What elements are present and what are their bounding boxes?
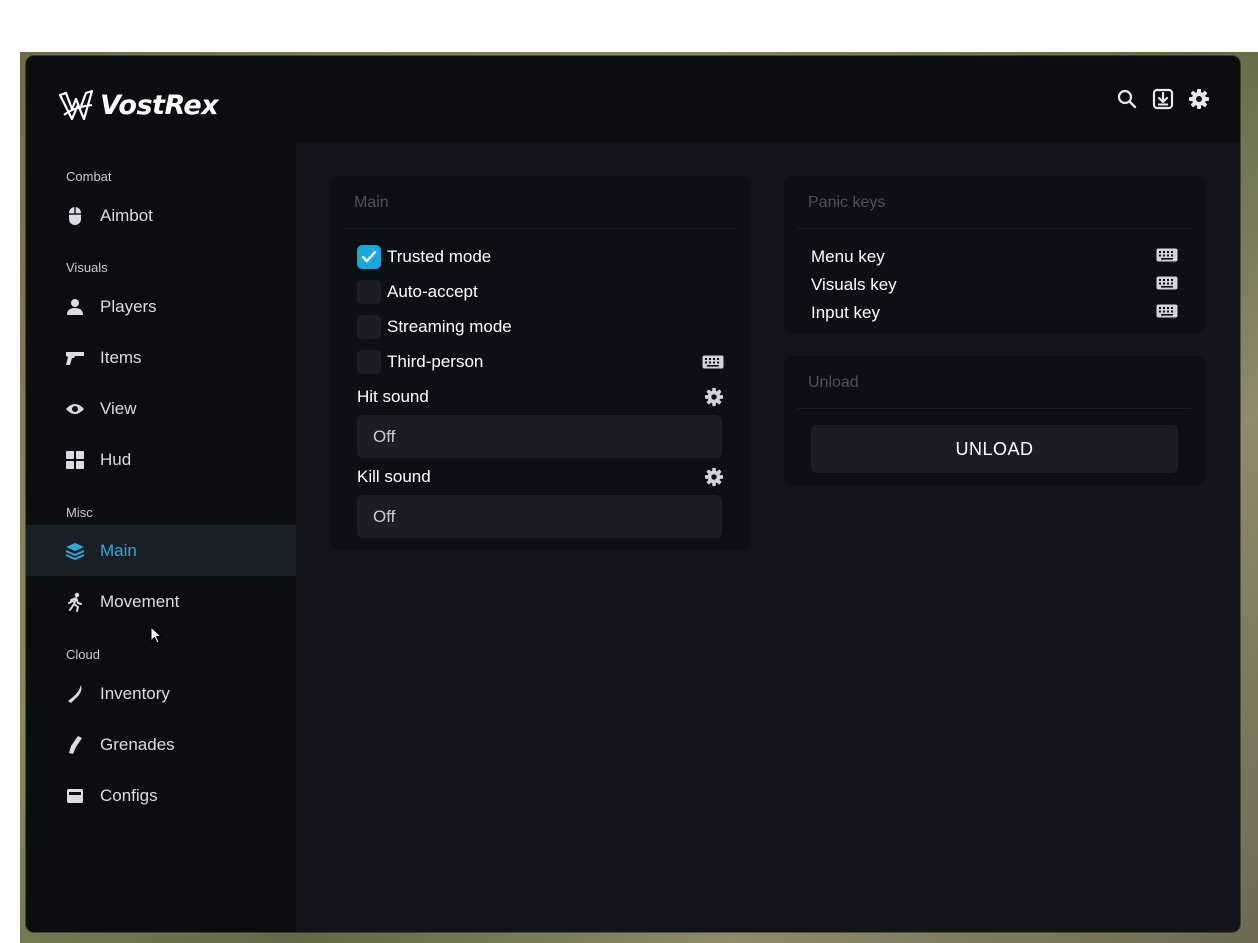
- sidebar-item-label: Inventory: [100, 683, 170, 703]
- unload-panel: Unload UNLOAD: [784, 356, 1205, 485]
- key-label: Visuals key: [811, 275, 897, 294]
- sidebar-item-hud[interactable]: Hud: [26, 434, 296, 485]
- user-icon: [65, 297, 85, 317]
- mouse-cursor-icon: [150, 626, 162, 644]
- gear-icon[interactable]: [704, 467, 724, 487]
- checkbox-label: Trusted mode: [387, 247, 492, 266]
- panel-title: Main: [354, 194, 389, 211]
- sidebar-item-aimbot[interactable]: Aimbot: [26, 190, 296, 241]
- menu-key-row: Menu key: [811, 245, 1178, 269]
- section-cloud: Cloud: [66, 647, 100, 662]
- sidebar: VostRex Combat Aimbot Visuals Players It…: [26, 56, 296, 932]
- mouse-icon: [65, 206, 85, 226]
- knife-icon: [65, 684, 85, 704]
- download-icon[interactable]: [1152, 88, 1174, 110]
- checkmark-icon: [361, 250, 377, 263]
- third-person-checkbox[interactable]: [357, 350, 381, 374]
- sidebar-item-label: Aimbot: [100, 205, 153, 225]
- auto-accept-checkbox[interactable]: [357, 280, 381, 304]
- sidebar-item-label: Items: [100, 347, 142, 367]
- cheat-menu-window: VostRex Combat Aimbot Visuals Players It…: [26, 56, 1240, 932]
- hit-sound-value: Off: [373, 426, 396, 446]
- hit-sound-select[interactable]: Off: [357, 415, 722, 458]
- kill-sound-select[interactable]: Off: [357, 495, 722, 538]
- section-visuals: Visuals: [66, 260, 108, 275]
- panel-divider: [798, 408, 1191, 409]
- hit-sound-label: Hit sound: [357, 387, 429, 406]
- keyboard-icon[interactable]: [702, 355, 724, 369]
- input-key-row: Input key: [811, 301, 1178, 325]
- streaming-mode-checkbox[interactable]: [357, 315, 381, 339]
- search-icon[interactable]: [1116, 88, 1138, 110]
- auto-accept-row: Auto-accept: [357, 279, 724, 305]
- sidebar-item-label: Grenades: [100, 734, 175, 754]
- panel-divider: [344, 228, 737, 229]
- kill-sound-value: Off: [373, 506, 396, 526]
- visuals-key-row: Visuals key: [811, 273, 1178, 297]
- checkbox-label: Streaming mode: [387, 317, 512, 336]
- key-label: Input key: [811, 303, 880, 322]
- trusted-mode-checkbox[interactable]: [357, 245, 381, 269]
- sidebar-item-main[interactable]: Main: [26, 525, 296, 576]
- grenade-icon: [65, 735, 85, 755]
- gear-icon[interactable]: [1188, 88, 1210, 110]
- layers-icon: [65, 541, 85, 561]
- kill-sound-label: Kill sound: [357, 467, 431, 486]
- key-label: Menu key: [811, 247, 885, 266]
- sidebar-item-label: Main: [100, 540, 137, 560]
- sidebar-item-label: Hud: [100, 449, 132, 469]
- panel-divider: [798, 228, 1191, 229]
- logo-icon: [58, 89, 94, 121]
- main-settings-panel: Main Trusted mode Auto-accept Streaming …: [330, 176, 751, 550]
- keyboard-icon[interactable]: [1156, 276, 1178, 295]
- third-person-row: Third-person: [357, 349, 724, 375]
- sidebar-item-grenades[interactable]: Grenades: [26, 719, 296, 770]
- keyboard-icon[interactable]: [1156, 248, 1178, 267]
- sidebar-item-label: View: [100, 398, 137, 418]
- checkbox-label: Auto-accept: [387, 282, 478, 301]
- brand-name: VostRex: [100, 89, 219, 121]
- hit-sound-row: Hit sound: [357, 384, 724, 410]
- keyboard-icon[interactable]: [1156, 304, 1178, 323]
- panel-title: Unload: [808, 374, 859, 391]
- section-misc: Misc: [66, 505, 93, 520]
- sidebar-item-inventory[interactable]: Inventory: [26, 668, 296, 719]
- gear-icon[interactable]: [704, 387, 724, 407]
- kill-sound-row: Kill sound: [357, 464, 724, 490]
- sidebar-item-label: Configs: [100, 785, 158, 805]
- section-combat: Combat: [66, 169, 112, 184]
- archive-icon: [65, 786, 85, 806]
- grid-icon: [65, 450, 85, 470]
- trusted-mode-row: Trusted mode: [357, 244, 724, 270]
- panic-keys-panel: Panic keys Menu key Visuals key Input ke…: [784, 176, 1205, 333]
- sidebar-item-players[interactable]: Players: [26, 281, 296, 332]
- checkbox-label: Third-person: [387, 352, 484, 371]
- sidebar-item-label: Players: [100, 296, 157, 316]
- brand-logo: VostRex: [58, 82, 258, 128]
- toolbar-icons: [1116, 88, 1210, 110]
- running-icon: [65, 592, 85, 612]
- pistol-icon: [65, 348, 85, 368]
- sidebar-item-label: Movement: [100, 591, 180, 611]
- sidebar-item-items[interactable]: Items: [26, 332, 296, 383]
- panel-title: Panic keys: [808, 194, 886, 211]
- streaming-mode-row: Streaming mode: [357, 314, 724, 340]
- sidebar-item-movement[interactable]: Movement: [26, 576, 296, 627]
- eye-icon: [65, 399, 85, 419]
- sidebar-item-view[interactable]: View: [26, 383, 296, 434]
- sidebar-item-configs[interactable]: Configs: [26, 770, 296, 821]
- unload-button[interactable]: UNLOAD: [811, 425, 1178, 473]
- top-bar: [296, 56, 1240, 143]
